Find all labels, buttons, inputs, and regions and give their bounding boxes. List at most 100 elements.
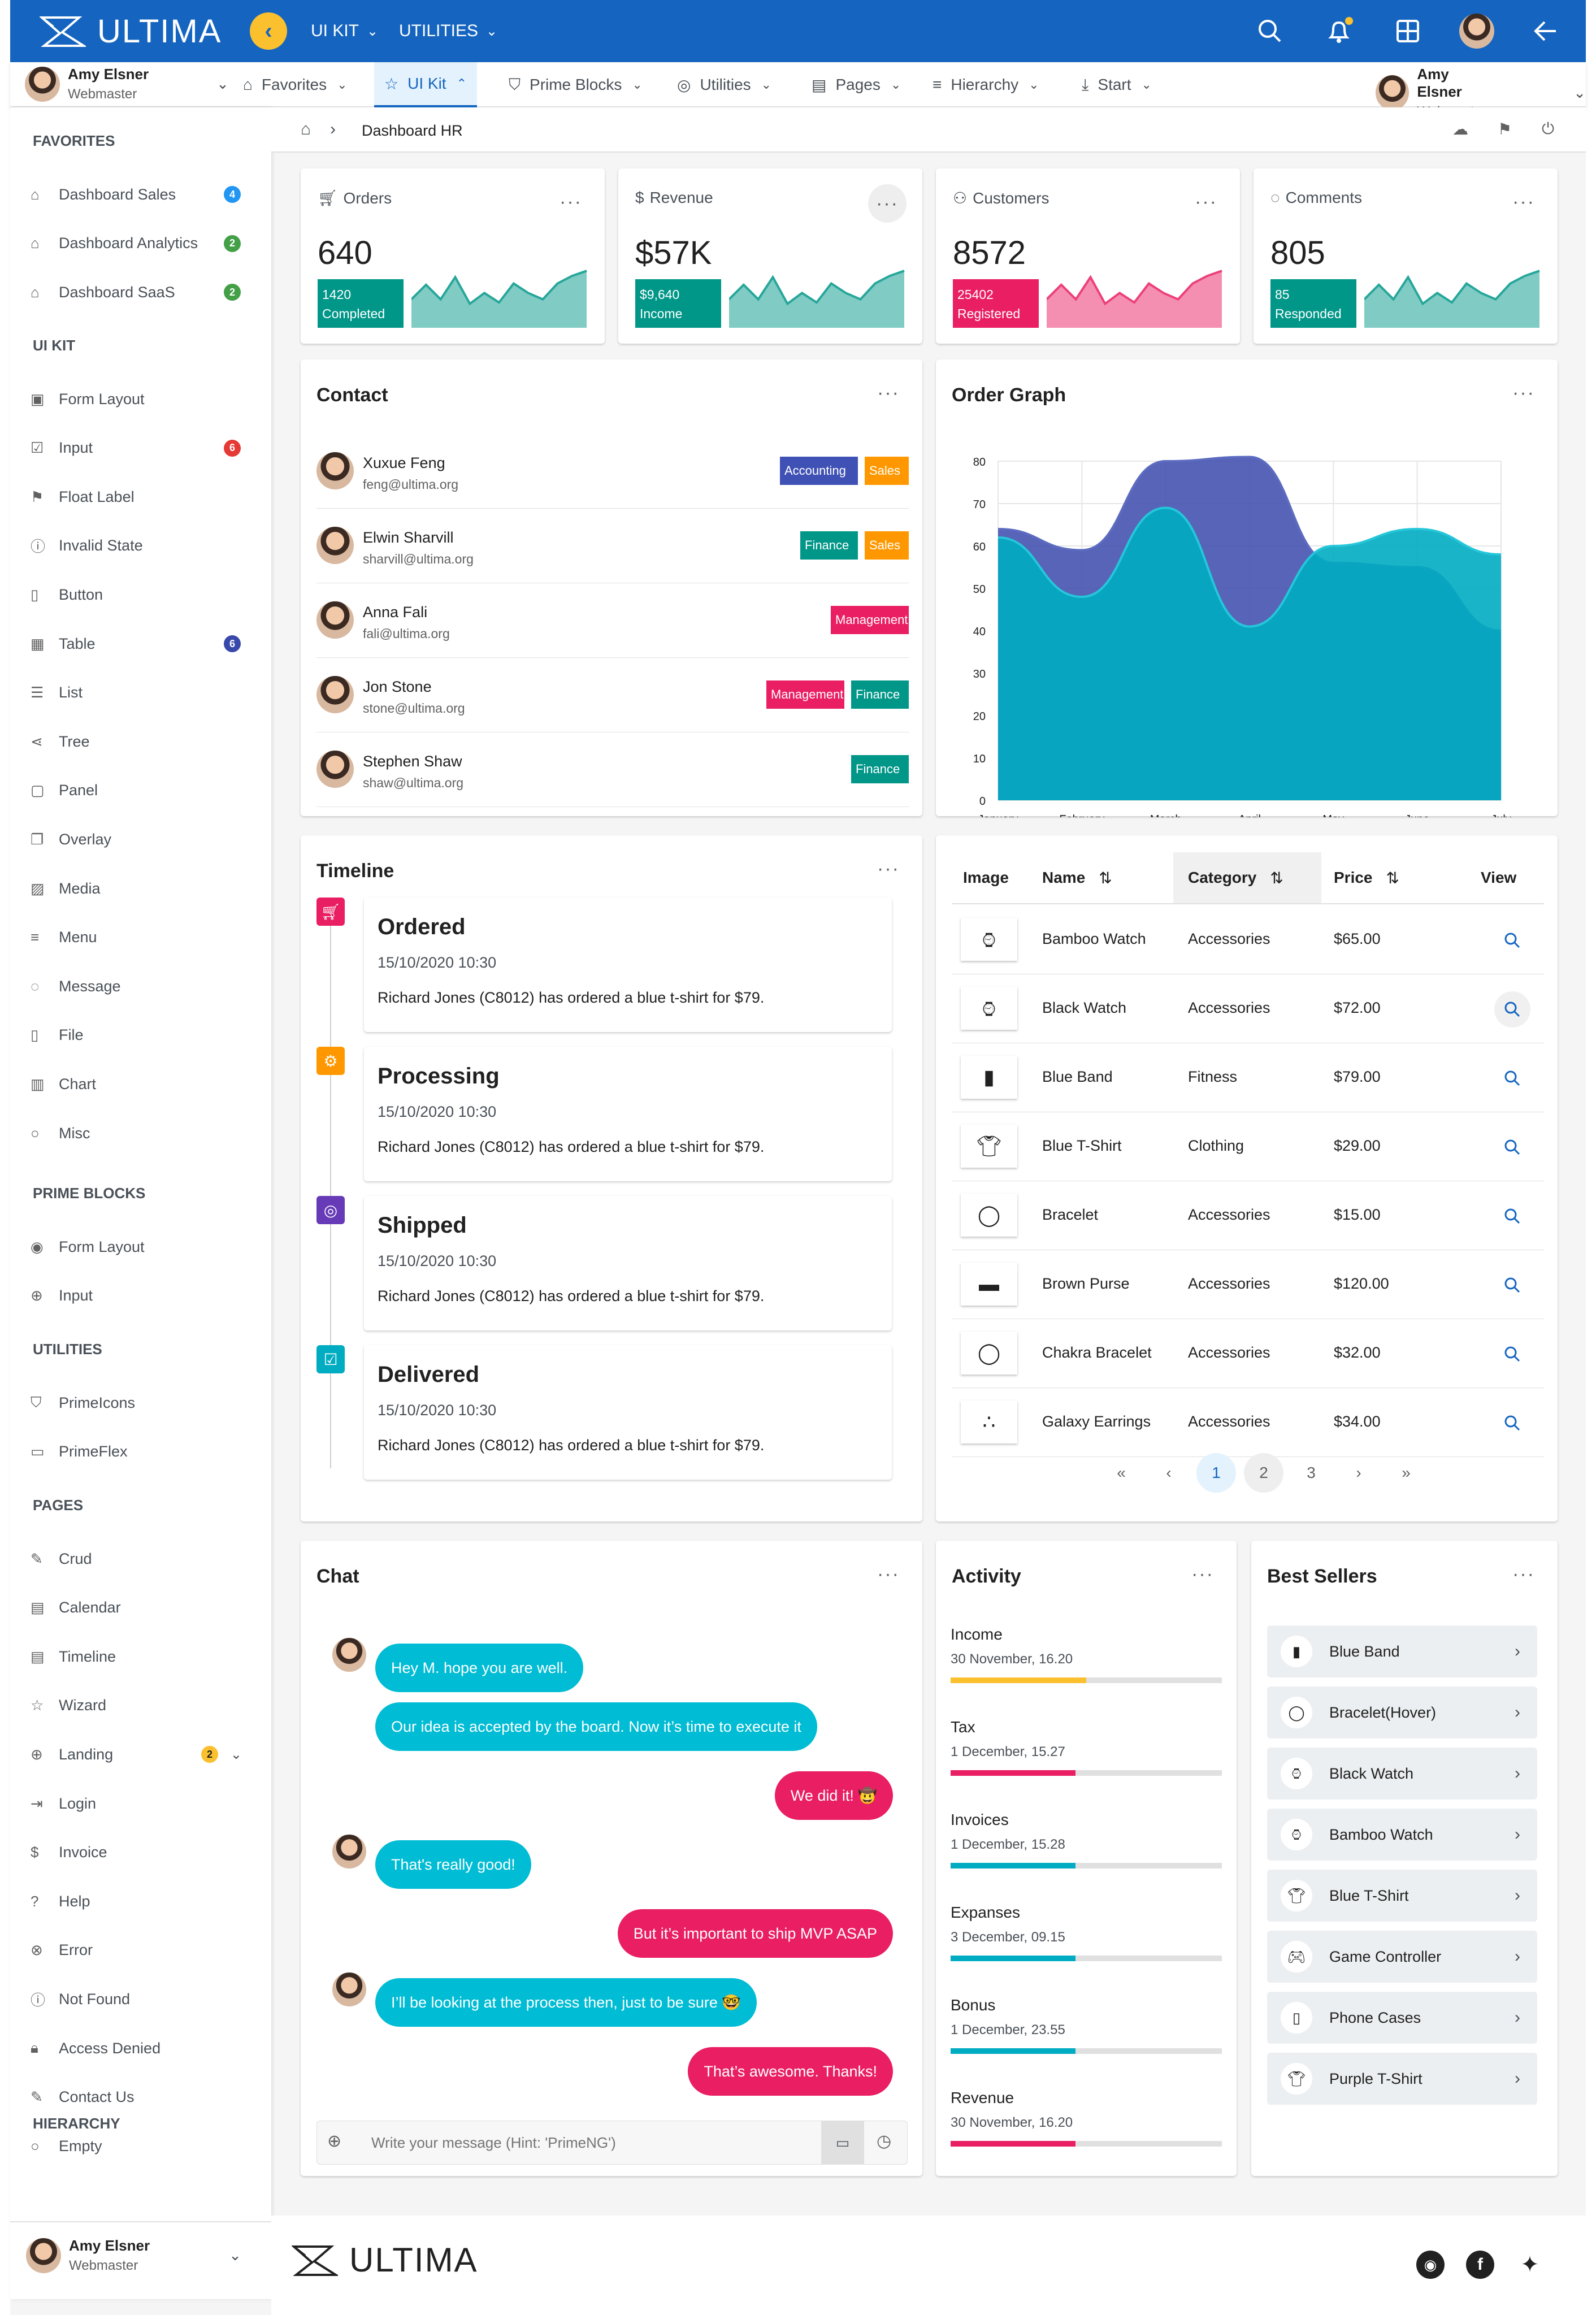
sidebar-item-landing[interactable]: ⊕ Landing 2 ⌄ [31,1737,262,1771]
ellipsis-icon[interactable]: ··· [1512,191,1535,213]
column-category[interactable]: Category ⇅ [1173,852,1321,903]
sidebar-item-media[interactable]: ▨ Media [31,872,262,905]
sidebar-item-button[interactable]: ▯ Button [31,578,262,612]
home-icon[interactable]: ⌂ [301,120,311,139]
menubar-start[interactable]: ⤓ Start ⌄ [1082,62,1152,107]
best-seller-item[interactable]: ▯ Phone Cases › [1267,1992,1537,2044]
sidebar-item-float-label[interactable]: ⚑ Float Label [31,480,262,514]
menubar-primeblocks[interactable]: ⛉ Prime Blocks ⌄ [509,62,643,107]
search-icon[interactable] [1494,1129,1530,1165]
sidebar-item-input[interactable]: ☑ Input 6 [31,431,262,465]
best-seller-item[interactable]: ▮ Blue Band › [1267,1625,1537,1677]
sidebar-item-list[interactable]: ☰ List [31,676,262,710]
page-button[interactable]: 2 [1244,1453,1283,1493]
clock-icon[interactable]: ◷ [877,2131,891,2151]
column-price[interactable]: Price ⇅ [1334,852,1399,903]
cloud-upload-icon[interactable]: ☁ [1452,120,1468,138]
bell-icon[interactable] [1321,14,1356,49]
sidebar-item-chart[interactable]: ▥ Chart [31,1067,262,1101]
sidebar-item-dashboard-saas[interactable]: ⌂ Dashboard SaaS 2 [31,275,262,309]
menubar-pages[interactable]: ▤ Pages ⌄ [812,62,901,107]
ellipsis-icon[interactable]: ··· [560,191,582,213]
ellipsis-icon[interactable]: ··· [877,858,900,880]
sidebar-item-access-denied[interactable]: 🔒︎ Access Denied [31,2031,262,2065]
sidebar-item-invalid-state[interactable]: ⓘ Invalid State [31,529,262,563]
ellipsis-icon[interactable]: ··· [877,1563,900,1585]
ellipsis-icon[interactable]: ··· [868,184,907,223]
best-seller-item[interactable]: 👕︎ Purple T-Shirt › [1267,2053,1537,2105]
sidebar-item-crud[interactable]: ✎ Crud [31,1542,262,1576]
sidebar-item-primeicons[interactable]: ⛉ PrimeIcons [31,1386,262,1420]
table-row[interactable]: ⌚︎ Bamboo Watch Accessories $65.00 [952,905,1544,974]
sidebar-item-menu[interactable]: ≡ Menu [31,921,262,955]
ellipsis-icon[interactable]: ··· [1191,1563,1214,1585]
chat-input[interactable] [357,2126,797,2160]
sidebar-item-timeline[interactable]: ▤ Timeline [31,1640,262,1674]
topmenu-utilities[interactable]: UTILITIES ⌄ [399,21,497,41]
contact-row[interactable]: Elwin Sharvill sharvill@ultima.org Sales Fi… [316,509,909,583]
sidebar-item-wizard[interactable]: ☆ Wizard [31,1689,262,1723]
sidebar-item-input[interactable]: ⊕ Input [31,1279,262,1313]
table-row[interactable]: ◯ Chakra Bracelet Accessories $32.00 [952,1319,1544,1388]
column-name[interactable]: Name ⇅ [1042,852,1112,903]
plus-circle-icon[interactable]: ⊕ [327,2131,341,2151]
sidebar-item-form-layout[interactable]: ◉ Form Layout [31,1230,262,1264]
best-seller-item[interactable]: 👕︎ Blue T-Shirt › [1267,1870,1537,1922]
ellipsis-icon[interactable]: ··· [1195,191,1217,213]
best-seller-item[interactable]: 🎮︎ Game Controller › [1267,1931,1537,1983]
last-page-icon[interactable]: » [1386,1453,1426,1493]
sidebar-item-login[interactable]: ⇥ Login [31,1787,262,1820]
facebook-icon[interactable]: f [1466,2251,1494,2279]
sidebar-item-tree[interactable]: ⋖ Tree [31,725,262,758]
first-page-icon[interactable]: « [1101,1453,1141,1493]
topmenu-uikit[interactable]: UI KIT ⌄ [311,21,378,41]
menubar-uikit[interactable]: ☆ UI Kit ⌃ [374,62,478,107]
ellipsis-icon[interactable]: ··· [877,382,900,404]
sidebar-item-dashboard-sales[interactable]: ⌂ Dashboard Sales 4 [31,177,262,211]
sidebar-item-overlay[interactable]: ❐ Overlay [31,822,262,856]
sidebar-item-form-layout[interactable]: ▣ Form Layout [31,382,262,416]
next-page-icon[interactable]: › [1339,1453,1378,1493]
table-row[interactable]: ◯ Bracelet Accessories $15.00 [952,1181,1544,1250]
contact-row[interactable]: Anna Fali fali@ultima.org Management [316,583,909,658]
power-off-icon[interactable]: ⏻ [1542,120,1554,138]
sidebar-item-dashboard-analytics[interactable]: ⌂ Dashboard Analytics 2 [31,227,262,261]
sidebar-item-invoice[interactable]: $ Invoice [31,1836,262,1870]
sidebar-item-calendar[interactable]: ▤ Calendar [31,1591,262,1625]
arrow-left-icon[interactable] [1528,14,1563,49]
sidebar-item-not-found[interactable]: ⓘ Not Found [31,1982,262,2016]
github-icon[interactable]: ◉ [1416,2251,1445,2279]
bookmark-icon[interactable]: ⚑ [1498,120,1512,138]
sidebar-item-file[interactable]: ▯ File [31,1018,262,1052]
sidebar-item-error[interactable]: ⊗ Error [31,1933,262,1967]
table-row[interactable]: ▬ Brown Purse Accessories $120.00 [952,1250,1544,1319]
search-icon[interactable] [1252,14,1287,49]
sidebar-item-contact-us[interactable]: ✎ Contact Us [31,2080,262,2114]
page-button[interactable]: 3 [1291,1453,1331,1493]
best-seller-item[interactable]: ⌚︎ Black Watch › [1267,1748,1537,1800]
search-icon[interactable] [1494,1060,1530,1096]
table-row[interactable]: ▮ Blue Band Fitness $79.00 [952,1043,1544,1112]
contact-row[interactable]: Jon Stone stone@ultima.org Finance Manageme… [316,658,909,732]
prev-page-icon[interactable]: ‹ [1149,1453,1189,1493]
sidebar-item-table[interactable]: ▦ Table 6 [31,627,262,661]
search-icon[interactable] [1494,991,1530,1028]
search-icon[interactable] [1494,1336,1530,1372]
menubar-utilities[interactable]: ◎ Utilities ⌄ [677,62,771,107]
sidebar-user-menu[interactable]: Amy Elsner Webmaster ⌄ [26,2237,241,2274]
ellipsis-icon[interactable]: ··· [1512,382,1535,404]
table-row[interactable]: ⌚︎ Black Watch Accessories $72.00 [952,974,1544,1043]
contact-row[interactable]: Stephen Shaw shaw@ultima.org Finance [316,732,909,807]
video-icon[interactable]: ▭ [821,2121,864,2164]
search-icon[interactable] [1494,1405,1530,1441]
sidebar-item-panel[interactable]: ▢ Panel [31,774,262,808]
search-icon[interactable] [1494,1198,1530,1234]
sidebar-item-help[interactable]: ? Help [31,1884,262,1918]
menubar-hierarchy[interactable]: ≡ Hierarchy ⌄ [933,62,1039,107]
search-icon[interactable] [1494,922,1530,959]
table-row[interactable]: 👕︎ Blue T-Shirt Clothing $29.00 [952,1112,1544,1181]
app-logo[interactable]: ULTIMA [40,12,222,50]
table-row[interactable]: ∴ Galaxy Earrings Accessories $34.00 [952,1388,1544,1457]
menubar-favorites[interactable]: ⌂ Favorites ⌄ [243,62,348,107]
twitter-icon[interactable]: ✦ [1516,2251,1544,2279]
